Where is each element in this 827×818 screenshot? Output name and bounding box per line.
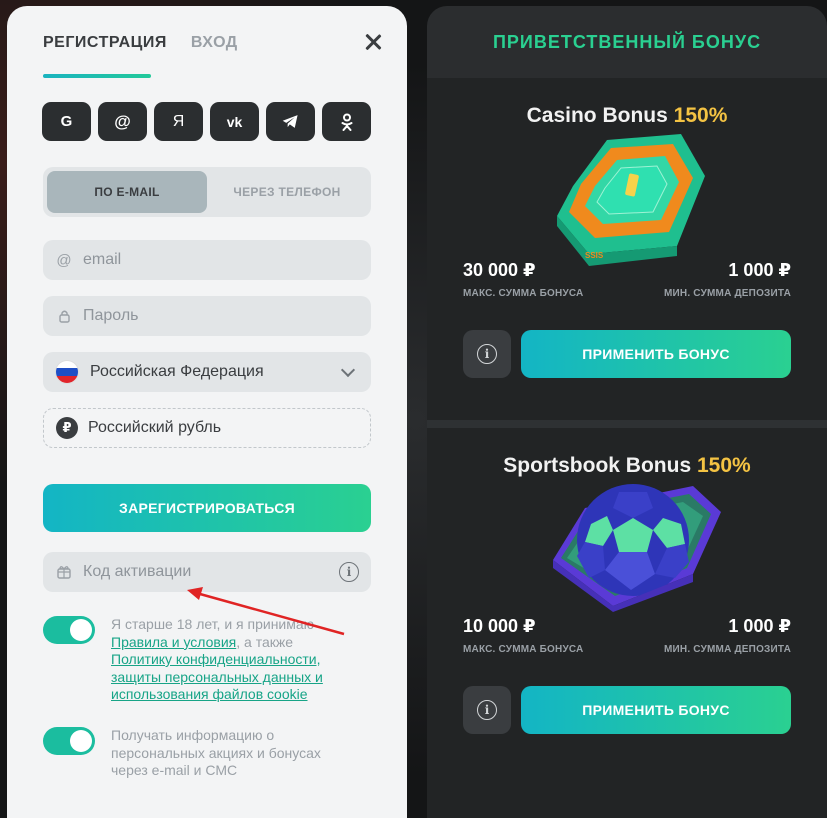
at-icon: @ xyxy=(56,251,72,269)
sportsbook-info-button[interactable]: i xyxy=(463,686,511,734)
casino-bonus-card: Casino Bonus 150% SSIS 30 000 ₽ МАКС. СУ… xyxy=(427,78,827,420)
telegram-login-button[interactable] xyxy=(266,102,315,141)
google-login-button[interactable]: G xyxy=(42,102,91,141)
bonus-percent: 150% xyxy=(673,104,728,127)
country-select[interactable]: Российская Федерация xyxy=(43,352,371,392)
yandex-login-button[interactable]: Я xyxy=(154,102,203,141)
welcome-bonus-header: ПРИВЕТСТВЕННЫЙ БОНУС xyxy=(427,6,827,78)
welcome-bonus-title: ПРИВЕТСТВЕННЫЙ БОНУС xyxy=(492,31,762,52)
consent-text-start: Я старше 18 лет, и я принимаю xyxy=(111,616,315,632)
min-deposit-amount: 1 000 ₽ xyxy=(728,616,791,636)
odnoklassniki-icon xyxy=(341,113,352,131)
tab-by-email[interactable]: ПО E-MAIL xyxy=(47,171,207,213)
tab-register[interactable]: РЕГИСТРАЦИЯ xyxy=(43,34,167,52)
country-value: Российская Федерация xyxy=(90,363,264,380)
registration-method-switch: ПО E-MAIL ЧЕРЕЗ ТЕЛЕФОН xyxy=(43,167,371,217)
casino-bonus-title: Casino Bonus 150% xyxy=(427,104,827,128)
casino-chip-image: SSIS xyxy=(557,134,705,266)
password-field[interactable] xyxy=(43,296,371,336)
sportsbook-bonus-title: Sportsbook Bonus 150% xyxy=(427,454,827,478)
football-image xyxy=(553,484,721,612)
close-icon[interactable] xyxy=(363,32,383,52)
registration-panel: РЕГИСТРАЦИЯ ВХОД G @ Я vk ПО E-MAIL ЧЕРЕ… xyxy=(7,6,407,818)
vk-icon: vk xyxy=(226,113,243,130)
currency-field: ₽ Российский рубль xyxy=(43,408,371,448)
yandex-icon: Я xyxy=(172,112,185,130)
svg-text:SSIS: SSIS xyxy=(585,251,604,260)
consent-toggle[interactable] xyxy=(43,616,95,644)
info-icon: i xyxy=(477,344,497,364)
currency-value: Российский рубль xyxy=(88,419,222,436)
promo-code-field[interactable]: i xyxy=(43,552,371,592)
min-deposit-label: МИН. СУММА ДЕПОЗИТА xyxy=(664,288,791,299)
tab-login[interactable]: ВХОД xyxy=(191,34,238,52)
bonus-name: Casino Bonus xyxy=(526,104,668,127)
consent-text-middle: , а также xyxy=(236,633,294,650)
privacy-policy-link[interactable]: Политику конфиденциальности, защиты перс… xyxy=(111,651,323,702)
promo-code-input[interactable] xyxy=(83,552,339,592)
social-login-row: G @ Я vk xyxy=(42,102,371,141)
password-input[interactable] xyxy=(83,296,371,336)
ruble-icon: ₽ xyxy=(56,417,78,439)
sportsbook-bonus-card: Sportsbook Bonus 150% 10 000 ₽ МАКС. СУМ… xyxy=(427,428,827,818)
active-tab-indicator xyxy=(43,74,151,78)
russia-flag-icon xyxy=(55,360,79,384)
min-deposit-amount: 1 000 ₽ xyxy=(728,260,791,280)
mail-login-button[interactable]: @ xyxy=(98,102,147,141)
max-bonus-amount: 10 000 ₽ xyxy=(463,616,536,636)
mail-icon: @ xyxy=(114,111,131,131)
ok-login-button[interactable] xyxy=(322,102,371,141)
auth-tabs: РЕГИСТРАЦИЯ ВХОД xyxy=(43,34,238,52)
consent-row: Я старше 18 лет, и я принимаю Правила и … xyxy=(43,616,351,704)
max-bonus-label: МАКС. СУММА БОНУСА xyxy=(463,644,584,655)
vk-login-button[interactable]: vk xyxy=(210,102,259,141)
apply-sportsbook-bonus-button[interactable]: ПРИМЕНИТЬ БОНУС xyxy=(521,686,791,734)
register-button[interactable]: ЗАРЕГИСТРИРОВАТЬСЯ xyxy=(43,484,371,532)
bonus-name: Sportsbook Bonus xyxy=(503,454,692,477)
tab-by-phone[interactable]: ЧЕРЕЗ ТЕЛЕФОН xyxy=(207,171,367,213)
card-divider xyxy=(427,420,827,428)
newsletter-row: Получать информацию о персональных акция… xyxy=(43,727,351,780)
rules-link[interactable]: Правила и условия xyxy=(111,634,236,650)
gift-icon xyxy=(55,563,73,581)
info-icon[interactable]: i xyxy=(339,562,359,582)
newsletter-text: Получать информацию о персональных акция… xyxy=(111,727,321,778)
lock-icon xyxy=(55,307,73,325)
consent-text: Я старше 18 лет, и я принимаю Правила и … xyxy=(111,616,351,704)
info-icon: i xyxy=(477,700,497,720)
email-input[interactable] xyxy=(83,240,371,280)
min-deposit-label: МИН. СУММА ДЕПОЗИТА xyxy=(664,644,791,655)
max-bonus-label: МАКС. СУММА БОНУСА xyxy=(463,288,584,299)
newsletter-toggle[interactable] xyxy=(43,727,95,755)
apply-casino-bonus-button[interactable]: ПРИМЕНИТЬ БОНУС xyxy=(521,330,791,378)
google-icon: G xyxy=(60,113,73,130)
bonus-percent: 150% xyxy=(696,454,751,477)
max-bonus-amount: 30 000 ₽ xyxy=(463,260,536,280)
chevron-down-icon xyxy=(340,362,356,377)
casino-info-button[interactable]: i xyxy=(463,330,511,378)
email-field[interactable]: @ xyxy=(43,240,371,280)
telegram-icon xyxy=(282,115,298,128)
